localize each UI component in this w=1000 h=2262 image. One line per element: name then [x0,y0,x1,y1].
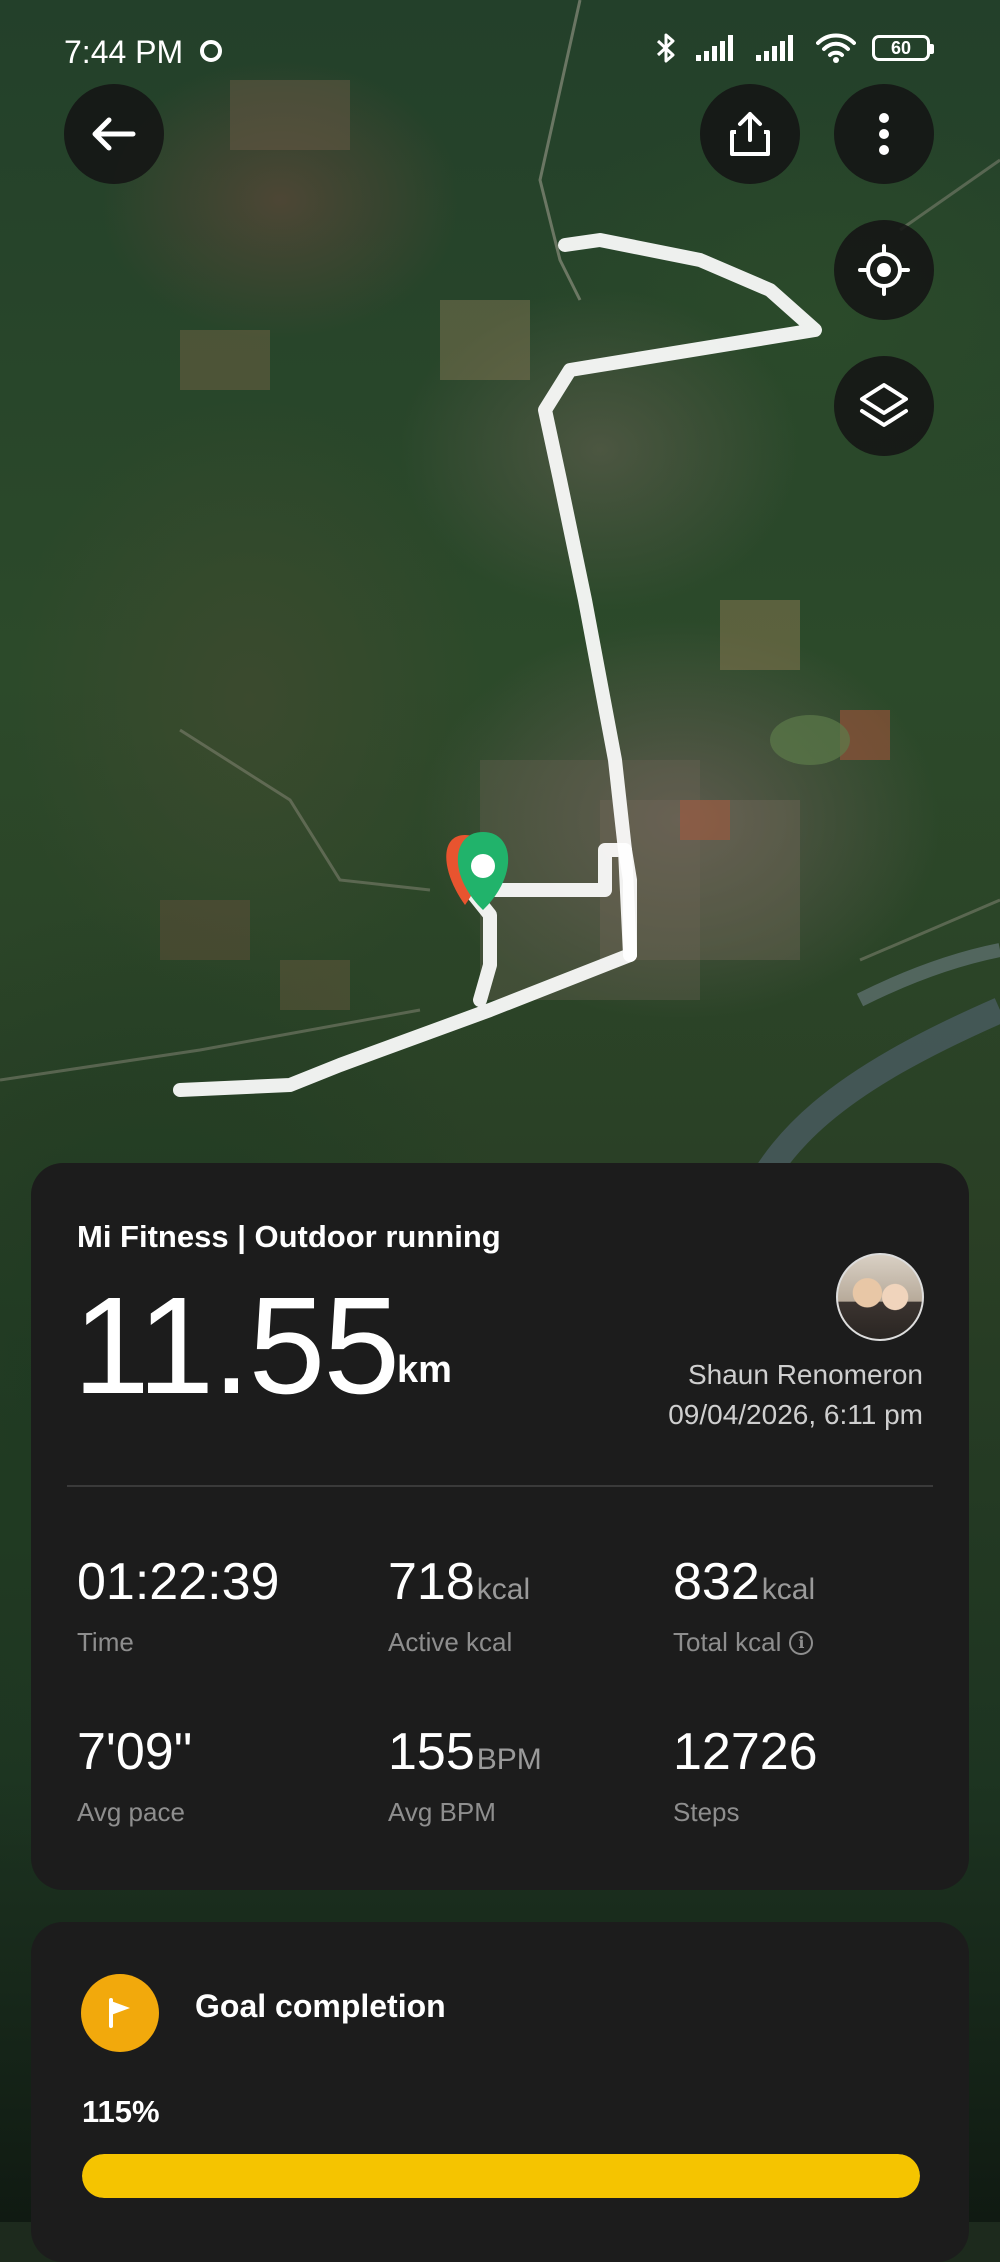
running-route [173,233,822,1097]
metric-unit: kcal [476,1573,531,1606]
map-layers-button[interactable] [834,356,934,456]
divider [67,1485,933,1487]
arrow-left-icon [92,117,136,151]
battery-icon: 60 [872,35,934,61]
goal-percent: 115% [82,2094,160,2129]
metric-value: 7'09" [77,1723,193,1781]
share-icon [730,112,770,156]
info-icon[interactable]: i [789,1630,814,1655]
status-time: 7:44 PM [64,34,184,70]
activity-date: 09/04/2026, 6:11 pm [668,1399,923,1430]
metric-unit: kcal [761,1573,816,1606]
metric-avg-pace: 7'09" Avg pace [77,1723,194,1828]
wifi-icon [816,33,856,63]
metric-value: 12726 [673,1723,818,1781]
back-button[interactable] [64,84,164,184]
locate-icon [858,244,910,296]
battery-level: 60 [890,37,912,58]
metric-value: 832 [673,1553,760,1611]
user-name: Shaun Renomeron [687,1359,923,1390]
metric-value: 718 [388,1553,475,1611]
goal-progress-bar [82,2154,920,2198]
metric-label: Time [77,1627,134,1657]
metric-label: Avg pace [77,1797,185,1827]
metric-label: Steps [673,1797,740,1827]
metric-steps: 12726 Steps [673,1723,820,1828]
metric-time: 01:22:39 Time [77,1553,281,1658]
layers-icon [860,383,908,427]
more-vertical-icon [879,113,889,155]
status-icons: 60 [652,32,934,64]
metric-label: Total kcal [673,1627,782,1657]
bluetooth-icon [656,33,675,63]
recording-indicator-icon [200,40,222,62]
share-button[interactable] [700,84,800,184]
avatar[interactable] [836,1253,924,1341]
activity-summary-card: Mi Fitness | Outdoor running 11.55 km Sh… [31,1163,969,1890]
goal-completion-card: Goal completion 115% [31,1922,969,2262]
metric-label: Avg BPM [388,1797,496,1827]
metric-value: 01:22:39 [77,1553,280,1611]
metric-total-kcal: 832kcal Total kcal i [673,1553,815,1658]
locate-button[interactable] [834,220,934,320]
cell-signal-2-icon [756,35,793,61]
metric-active-kcal: 718kcal Active kcal [388,1553,530,1658]
flag-icon [81,1974,159,2052]
metric-label: Active kcal [388,1627,513,1657]
more-options-button[interactable] [834,84,934,184]
metric-unit: BPM [476,1743,542,1776]
metric-value: 155 [388,1723,475,1781]
goal-title: Goal completion [195,1988,446,2024]
distance-unit: km [397,1349,452,1391]
cell-signal-icon [696,35,733,61]
distance-value: 11.55 [73,1269,400,1423]
status-bar: 7:44 PM 60 [0,0,1000,110]
activity-title: Mi Fitness | Outdoor running [77,1219,501,1254]
metric-avg-bpm: 155BPM Avg BPM [388,1723,542,1828]
goal-progress-fill [82,2154,920,2198]
